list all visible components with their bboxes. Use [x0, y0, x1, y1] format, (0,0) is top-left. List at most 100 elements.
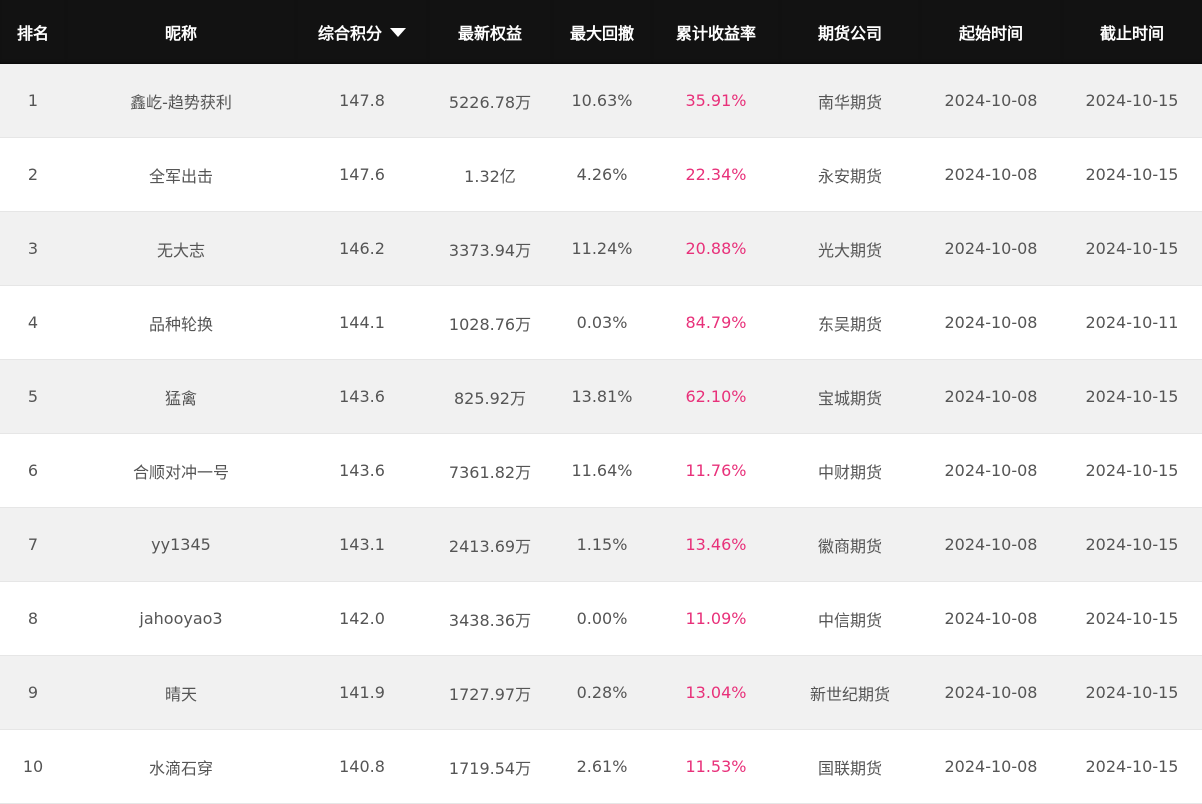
cell-rank: 9	[0, 655, 66, 730]
header-label: 累计收益率	[675, 24, 756, 43]
cell-nickname[interactable]: 合顺对冲一号	[66, 433, 296, 508]
cell-company: 中财期货	[780, 433, 920, 508]
header-label: 期货公司	[817, 24, 882, 43]
cell-end: 2024-10-15	[1062, 359, 1202, 434]
table-row[interactable]: 1 鑫屹-趋势获利 147.8 5226.78万 10.63% 35.91% 南华期货 202…	[0, 64, 1202, 138]
cell-company: 光大期货	[780, 211, 920, 286]
cell-equity: 3438.36万	[428, 581, 552, 656]
cell-return: 35.91%	[652, 64, 780, 138]
header-company[interactable]: 期货公司	[780, 0, 920, 64]
cell-rank: 10	[0, 729, 66, 804]
caret-down-icon[interactable]	[390, 27, 406, 37]
table-header: 排名 昵称 综合积分 最新权益 最大回撤 累计收益率 期货公司 起始时间 截止时…	[0, 0, 1202, 64]
cell-equity: 2413.69万	[428, 507, 552, 582]
cell-return: 20.88%	[652, 211, 780, 286]
cell-score: 142.0	[296, 581, 428, 656]
header-rank[interactable]: 排名	[0, 0, 66, 64]
cell-company: 中信期货	[780, 581, 920, 656]
cell-company: 南华期货	[780, 64, 920, 138]
cell-drawdown: 13.81%	[552, 359, 652, 434]
cell-start: 2024-10-08	[920, 64, 1062, 138]
cell-nickname[interactable]: 晴天	[66, 655, 296, 730]
header-end[interactable]: 截止时间	[1062, 0, 1202, 64]
cell-start: 2024-10-08	[920, 655, 1062, 730]
cell-rank: 6	[0, 433, 66, 508]
table-row[interactable]: 10 水滴石穿 140.8 1719.54万 2.61% 11.53% 国联期货 2024-1…	[0, 729, 1202, 804]
cell-nickname[interactable]: jahooyao3	[66, 581, 296, 656]
cell-equity: 825.92万	[428, 359, 552, 434]
cell-start: 2024-10-08	[920, 507, 1062, 582]
cell-equity: 1028.76万	[428, 285, 552, 360]
cell-drawdown: 11.64%	[552, 433, 652, 508]
cell-drawdown: 1.15%	[552, 507, 652, 582]
cell-return: 13.46%	[652, 507, 780, 582]
cell-nickname[interactable]: yy1345	[66, 507, 296, 582]
cell-company: 新世纪期货	[780, 655, 920, 730]
cell-rank: 8	[0, 581, 66, 656]
cell-drawdown: 10.63%	[552, 64, 652, 138]
cell-return: 11.09%	[652, 581, 780, 656]
cell-score: 143.6	[296, 359, 428, 434]
table-row[interactable]: 9 晴天 141.9 1727.97万 0.28% 13.04% 新世纪期货 2024-10-…	[0, 655, 1202, 730]
cell-nickname[interactable]: 无大志	[66, 211, 296, 286]
cell-equity: 1.32亿	[428, 137, 552, 212]
cell-equity: 5226.78万	[428, 64, 552, 138]
cell-start: 2024-10-08	[920, 729, 1062, 804]
header-row: 排名 昵称 综合积分 最新权益 最大回撤 累计收益率 期货公司 起始时间 截止时…	[0, 0, 1202, 64]
cell-equity: 1727.97万	[428, 655, 552, 730]
cell-nickname[interactable]: 水滴石穿	[66, 729, 296, 804]
cell-company: 东吴期货	[780, 285, 920, 360]
cell-score: 143.1	[296, 507, 428, 582]
cell-score: 140.8	[296, 729, 428, 804]
cell-rank: 3	[0, 211, 66, 286]
cell-company: 宝城期货	[780, 359, 920, 434]
header-label: 排名	[16, 24, 49, 43]
cell-return: 11.53%	[652, 729, 780, 804]
cell-rank: 2	[0, 137, 66, 212]
header-equity[interactable]: 最新权益	[428, 0, 552, 64]
cell-end: 2024-10-11	[1062, 285, 1202, 360]
header-nickname[interactable]: 昵称	[66, 0, 296, 64]
cell-score: 144.1	[296, 285, 428, 360]
header-label: 最大回撤	[569, 24, 634, 43]
cell-equity: 3373.94万	[428, 211, 552, 286]
table-row[interactable]: 3 无大志 146.2 3373.94万 11.24% 20.88% 光大期货 2024-10…	[0, 211, 1202, 286]
cell-company: 徽商期货	[780, 507, 920, 582]
cell-nickname[interactable]: 鑫屹-趋势获利	[66, 64, 296, 138]
header-score-inner: 综合积分	[318, 20, 406, 44]
cell-end: 2024-10-15	[1062, 581, 1202, 656]
table-row[interactable]: 6 合顺对冲一号 143.6 7361.82万 11.64% 11.76% 中财期货 2024…	[0, 433, 1202, 508]
cell-end: 2024-10-15	[1062, 729, 1202, 804]
cell-score: 141.9	[296, 655, 428, 730]
cell-nickname[interactable]: 全军出击	[66, 137, 296, 212]
cell-drawdown: 11.24%	[552, 211, 652, 286]
cell-start: 2024-10-08	[920, 433, 1062, 508]
cell-end: 2024-10-15	[1062, 433, 1202, 508]
cell-score: 143.6	[296, 433, 428, 508]
header-return[interactable]: 累计收益率	[652, 0, 780, 64]
header-label: 截止时间	[1099, 24, 1164, 43]
cell-drawdown: 4.26%	[552, 137, 652, 212]
table-row[interactable]: 7 yy1345 143.1 2413.69万 1.15% 13.46% 徽商期货 2024-…	[0, 507, 1202, 582]
cell-end: 2024-10-15	[1062, 137, 1202, 212]
cell-return: 62.10%	[652, 359, 780, 434]
cell-end: 2024-10-15	[1062, 507, 1202, 582]
cell-return: 22.34%	[652, 137, 780, 212]
table-row[interactable]: 5 猛禽 143.6 825.92万 13.81% 62.10% 宝城期货 2024-10-0…	[0, 359, 1202, 434]
header-drawdown[interactable]: 最大回撤	[552, 0, 652, 64]
header-score[interactable]: 综合积分	[296, 0, 428, 64]
table-row[interactable]: 2 全军出击 147.6 1.32亿 4.26% 22.34% 永安期货 2024-10-08…	[0, 137, 1202, 212]
header-start[interactable]: 起始时间	[920, 0, 1062, 64]
table-row[interactable]: 4 品种轮换 144.1 1028.76万 0.03% 84.79% 东吴期货 2024-10…	[0, 285, 1202, 360]
cell-drawdown: 0.28%	[552, 655, 652, 730]
cell-nickname[interactable]: 猛禽	[66, 359, 296, 434]
cell-return: 13.04%	[652, 655, 780, 730]
cell-score: 147.8	[296, 64, 428, 138]
cell-end: 2024-10-15	[1062, 211, 1202, 286]
cell-nickname[interactable]: 品种轮换	[66, 285, 296, 360]
cell-return: 11.76%	[652, 433, 780, 508]
cell-start: 2024-10-08	[920, 285, 1062, 360]
table-row[interactable]: 8 jahooyao3 142.0 3438.36万 0.00% 11.09% 中信期货 20…	[0, 581, 1202, 656]
cell-equity: 1719.54万	[428, 729, 552, 804]
cell-company: 永安期货	[780, 137, 920, 212]
